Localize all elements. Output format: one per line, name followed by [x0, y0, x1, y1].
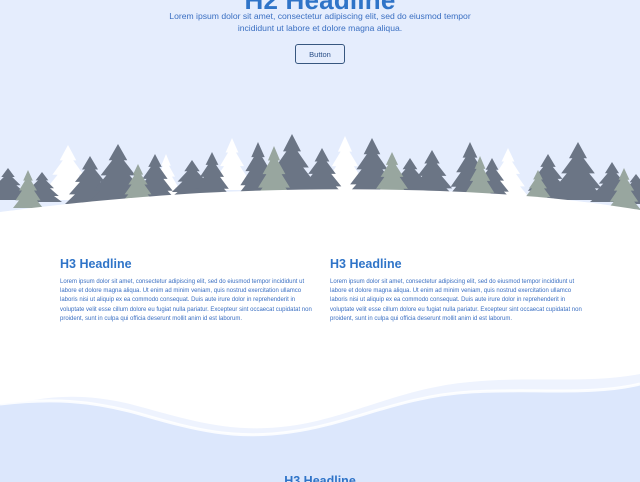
wave-divider [0, 374, 640, 482]
feature-2-title: H3 Headline [330, 257, 402, 271]
features-section: H3 Headline Lorem ipsum dolor sit amet, … [0, 215, 640, 375]
feature-2-text: Lorem ipsum dolor sit amet, consectetur … [330, 279, 582, 322]
feature-column-2: H3 Headline Lorem ipsum dolor sit amet, … [330, 257, 582, 324]
feature-column-1: H3 Headline Lorem ipsum dolor sit amet, … [60, 257, 312, 324]
landing-page: H2 Headline Lorem ipsum dolor sit amet, … [0, 0, 640, 482]
feature-1-text: Lorem ipsum dolor sit amet, consectetur … [60, 279, 312, 322]
bottom-section-title: H3 Headline [284, 474, 356, 482]
feature-1-title: H3 Headline [60, 257, 132, 271]
pine-forest-illustration [0, 134, 640, 240]
